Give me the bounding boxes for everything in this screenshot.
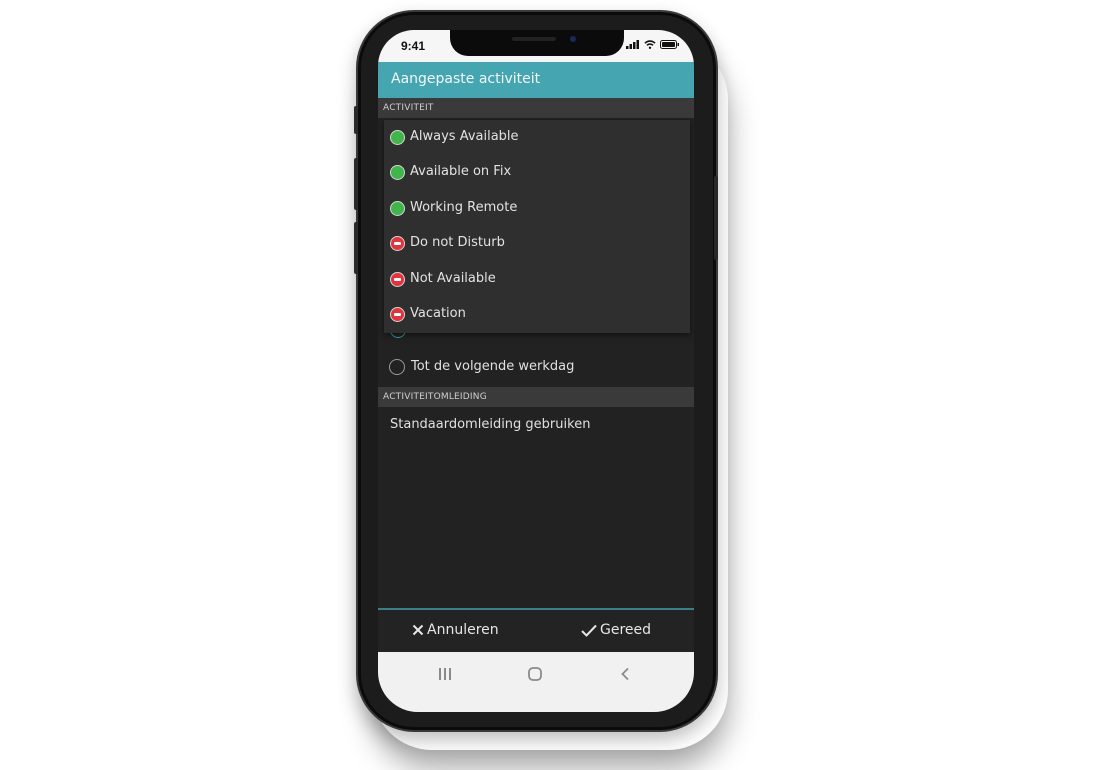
back-button[interactable] (613, 664, 637, 684)
dropdown-item-do-not-disturb[interactable]: Do not Disturb (384, 226, 690, 261)
status-icons (626, 40, 680, 49)
redirect-value[interactable]: Standaardomleiding gebruiken (390, 417, 590, 432)
green-dot-icon (390, 201, 405, 216)
radio-unselected[interactable] (389, 359, 405, 375)
dropdown-item-not-available[interactable]: Not Available (384, 262, 690, 297)
recent-apps-button[interactable] (433, 664, 457, 684)
status-bar: 9:41 (378, 30, 694, 62)
phone-screen: 9:41 Aangepaste activiteit ACTIVITEIT To… (378, 30, 694, 712)
dropdown-item-label: Available on Fix (410, 164, 512, 179)
back-icon (621, 667, 629, 681)
dropdown-item-label: Vacation (410, 306, 466, 321)
dropdown-item-vacation[interactable]: Vacation (384, 297, 690, 332)
system-nav-bar (378, 652, 694, 712)
app-header: Aangepaste activiteit (378, 62, 694, 98)
green-dot-icon (390, 130, 405, 145)
cancel-label: Annuleren (427, 622, 499, 638)
action-bar: Annuleren Gereed (378, 608, 694, 652)
section-header-activity: ACTIVITEIT (378, 98, 694, 118)
no-entry-icon (390, 236, 405, 251)
home-button[interactable] (523, 664, 547, 684)
checkmark-icon (581, 624, 597, 637)
no-entry-icon (390, 272, 405, 287)
dropdown-item-label: Always Available (410, 129, 519, 144)
recent-apps-icon (439, 668, 451, 680)
green-dot-icon (390, 165, 405, 180)
home-icon (528, 667, 542, 681)
section-header-redirect: ACTIVITEITOMLEIDING (378, 387, 694, 407)
battery-icon (660, 40, 679, 49)
speaker (512, 37, 556, 41)
dropdown-item-available-on-fix[interactable]: Available on Fix (384, 155, 690, 190)
no-entry-icon (390, 307, 405, 322)
dropdown-item-working-remote[interactable]: Working Remote (384, 191, 690, 226)
section-label-redirect: ACTIVITEITOMLEIDING (383, 392, 487, 402)
power-button (714, 176, 718, 260)
front-camera (570, 36, 576, 42)
stage: 9:41 Aangepaste activiteit ACTIVITEIT To… (0, 0, 1100, 770)
wifi-icon (644, 40, 656, 49)
dropdown-item-label: Do not Disturb (410, 235, 505, 250)
status-time: 9:41 (401, 39, 426, 53)
close-icon (412, 624, 424, 636)
activity-dropdown: Always Available Available on Fix Workin… (384, 120, 690, 333)
cancel-button[interactable]: Annuleren (412, 622, 499, 638)
dropdown-item-label: Working Remote (410, 200, 518, 215)
dropdown-item-always-available[interactable]: Always Available (384, 120, 690, 155)
done-label: Gereed (600, 622, 652, 638)
duration-option-label: Tot de volgende werkdag (411, 359, 575, 374)
dropdown-item-label: Not Available (410, 271, 496, 286)
notch (450, 30, 624, 56)
volume-down-button (354, 222, 358, 274)
silent-switch (354, 106, 358, 134)
page-title: Aangepaste activiteit (391, 71, 541, 87)
done-button[interactable]: Gereed (581, 622, 651, 638)
volume-up-button (354, 158, 358, 210)
section-label-activity: ACTIVITEIT (383, 103, 434, 113)
signal-icon (626, 40, 639, 49)
